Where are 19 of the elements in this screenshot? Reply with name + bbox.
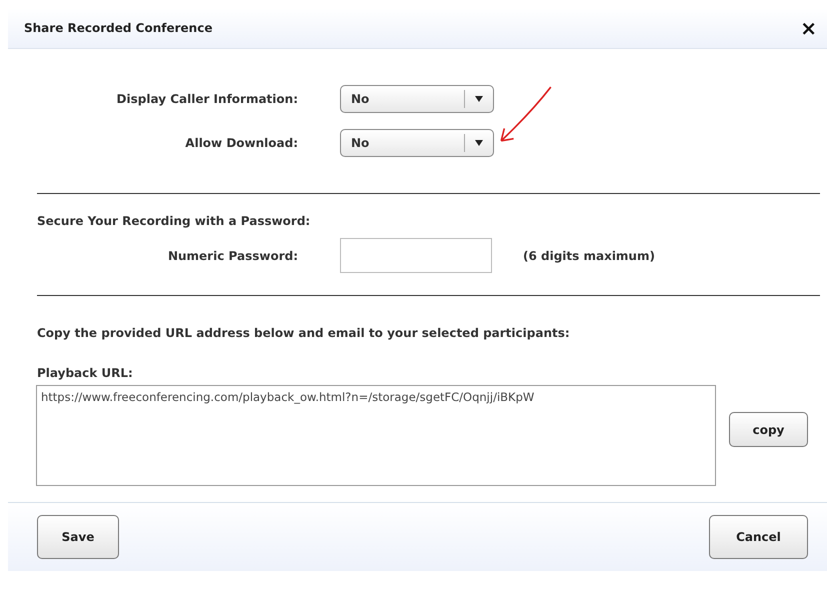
cancel-button[interactable]: Cancel xyxy=(709,515,808,559)
copy-button[interactable]: copy xyxy=(729,412,808,447)
url-field[interactable]: https://www.freeconferencing.com/playback_ow.html?n=/storage/sgetFC/Oqnjj/iBKpW xyxy=(36,385,716,486)
field-label: Playback URL: xyxy=(37,366,134,380)
caret-icon xyxy=(475,140,483,146)
section-heading: Secure Your Recording with a Password: xyxy=(37,214,312,228)
save-button[interactable]: Save xyxy=(37,515,119,559)
field-label: Allow Download: xyxy=(184,136,298,150)
close-button[interactable]: × xyxy=(798,18,819,38)
dropdown[interactable]: No xyxy=(340,84,494,112)
caret-icon xyxy=(475,96,483,102)
dropdown[interactable]: No xyxy=(340,128,494,156)
instruction-text: Copy the provided URL address below and email to your selected participants: xyxy=(37,326,571,340)
arrow-annotation xyxy=(500,86,552,142)
dialog-title: Share Recorded Conference xyxy=(24,21,212,35)
field-label: Display Caller Information: xyxy=(116,92,298,106)
hint-text: (6 digits maximum) xyxy=(523,248,655,262)
field-label: Numeric Password: xyxy=(166,248,298,262)
password-field[interactable] xyxy=(340,238,492,273)
